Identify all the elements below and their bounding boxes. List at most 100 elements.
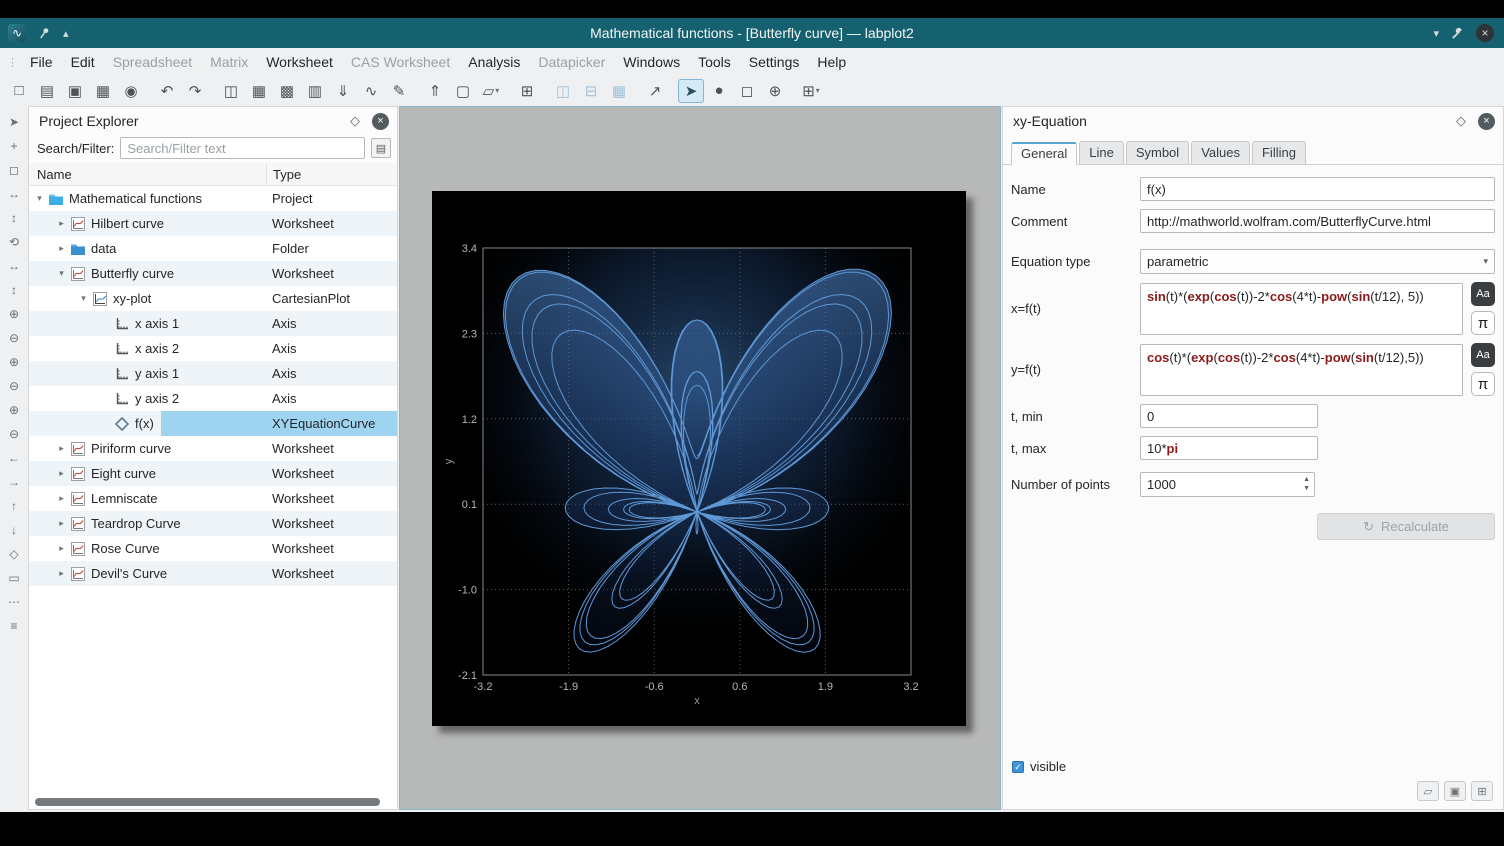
twisty-icon[interactable]: ▾ [77,293,90,304]
zoom-out-y-tool-icon[interactable]: ⊖ [4,425,24,442]
new-project-icon[interactable]: □ [6,79,32,103]
add-new-icon[interactable]: ⊞▾ [798,79,824,103]
zoom-x-select-tool-icon[interactable]: ↔ [4,185,24,202]
zoom-out-tool-icon[interactable]: ⊖ [4,329,24,346]
insert-function-button[interactable]: π [1471,372,1495,396]
column-type-header[interactable]: Type [266,163,397,185]
new-worksheet-icon[interactable]: ▥ [302,79,328,103]
horizontal-layout-icon[interactable]: ⊟ [578,79,604,103]
zoom-y-select-tool-icon[interactable]: ↕ [4,209,24,226]
tree-row[interactable]: ▸dataFolder [29,236,397,261]
tree-row[interactable]: ▸Rose CurveWorksheet [29,536,397,561]
tree-row[interactable]: ▸Teardrop CurveWorksheet [29,511,397,536]
twisty-icon[interactable]: ▸ [55,568,68,579]
tree-row[interactable]: ▾xy-plotCartesianPlot [29,286,397,311]
new-spreadsheet-icon[interactable]: ▦ [246,79,272,103]
tree-row[interactable]: ▾Butterfly curveWorksheet [29,261,397,286]
twisty-icon[interactable]: ▸ [55,493,68,504]
scrollbar-thumb[interactable] [35,798,380,806]
zoom-in-y-tool-icon[interactable]: ⊕ [4,401,24,418]
print-icon[interactable]: ▦ [90,79,116,103]
tree-row[interactable]: ▸Piriform curveWorksheet [29,436,397,461]
tab-line[interactable]: Line [1079,141,1124,164]
tree-row[interactable]: x axis 2Axis [29,336,397,361]
twisty-icon[interactable]: ▾ [55,268,68,279]
vertical-layout-icon[interactable]: ◫ [550,79,576,103]
comment-field[interactable] [1140,209,1495,233]
y-equation-field[interactable]: cos(t)*(exp(cos(t))-2*cos(4*t)-pow(sin(t… [1140,344,1463,396]
zoom-selection-mode-icon[interactable]: ◻ [734,79,760,103]
horizontal-scrollbar[interactable] [35,798,387,806]
tab-values[interactable]: Values [1191,141,1250,164]
tree-row[interactable]: x axis 1Axis [29,311,397,336]
close-window-icon[interactable]: × [1476,24,1494,42]
print-preview-icon[interactable]: ◉ [118,79,144,103]
spinbox-arrows-icon[interactable]: ▲▼ [1303,476,1310,492]
twisty-icon[interactable]: ▸ [55,518,68,529]
edit-mode-icon[interactable]: ↗ [642,79,668,103]
tree-row[interactable]: y axis 1Axis [29,361,397,386]
tab-filling[interactable]: Filling [1252,141,1306,164]
menu-file[interactable]: File [21,51,62,73]
zoom-in-tool-icon[interactable]: ⊕ [4,305,24,322]
select-tool-icon[interactable]: ➤ [4,113,24,130]
t-min-field[interactable] [1140,404,1318,428]
tree-row[interactable]: ▸Hilbert curveWorksheet [29,211,397,236]
grid-layout-icon[interactable]: ▦ [606,79,632,103]
menu-settings[interactable]: Settings [740,51,809,73]
name-field[interactable] [1140,177,1495,201]
wrench-icon[interactable] [1451,27,1464,40]
save-project-icon[interactable]: ▣ [62,79,88,103]
equation-type-select[interactable]: parametric ▾ [1140,249,1495,274]
save-template-icon[interactable]: ▣ [1444,781,1466,801]
points-spinbox[interactable]: 1000 ▲▼ [1140,472,1315,497]
zoom-select-tool-icon[interactable]: ◻ [4,161,24,178]
cursor-tool-icon[interactable]: ◇ [4,545,24,562]
menu-matrix[interactable]: Matrix [201,51,257,73]
menu-worksheet[interactable]: Worksheet [257,51,342,73]
navigation-mode-icon[interactable]: ● [706,79,732,103]
twisty-icon[interactable]: ▸ [55,443,68,454]
tree-row[interactable]: ▾Mathematical functionsProject [29,186,397,211]
menu-spreadsheet[interactable]: Spreadsheet [104,51,201,73]
load-template-icon[interactable]: ▱ [1417,781,1439,801]
visible-checkbox[interactable]: ✓ [1012,761,1024,773]
t-max-field[interactable]: 10*pi [1140,436,1318,460]
menu-analysis[interactable]: Analysis [459,51,529,73]
menu-datapicker[interactable]: Datapicker [529,51,614,73]
new-matrix-icon[interactable]: ▩ [274,79,300,103]
auto-scale-x-tool-icon[interactable]: ↔ [4,257,24,274]
zoom-out-x-tool-icon[interactable]: ⊖ [4,377,24,394]
menu-tools[interactable]: Tools [689,51,740,73]
redo-icon[interactable]: ↷ [182,79,208,103]
import-data-icon[interactable]: ⇓ [330,79,356,103]
close-dock-icon[interactable]: × [1478,113,1495,130]
menu-cas-worksheet[interactable]: CAS Worksheet [342,51,459,73]
search-input[interactable] [120,137,365,159]
export-icon[interactable]: ⇑ [422,79,448,103]
new-note-icon[interactable]: ✎ [386,79,412,103]
plot-page[interactable]: -3.2-1.9-0.60.61.93.23.42.31.20.1-1.0-2.… [432,191,966,726]
menu-help[interactable]: Help [808,51,855,73]
tree-row[interactable]: ▸LemniscateWorksheet [29,486,397,511]
zoom-region-icon[interactable]: ⊕ [762,79,788,103]
insert-function-button[interactable]: π [1471,311,1495,335]
open-project-icon[interactable]: ▤ [34,79,60,103]
twisty-icon[interactable]: ▾ [33,193,46,204]
tree-row[interactable]: ▸Devil's CurveWorksheet [29,561,397,586]
tree-row[interactable]: f(x)XYEquationCurve [29,411,397,436]
twisty-icon[interactable]: ▸ [55,543,68,554]
new-workbook-icon[interactable]: ◫ [218,79,244,103]
titlebar[interactable]: ∿ ▴ Mathematical functions - [Butterfly … [0,18,1504,48]
shift-right-x-tool-icon[interactable]: → [4,473,24,490]
shift-down-y-tool-icon[interactable]: ↓ [4,521,24,538]
menubar-grip-icon[interactable]: ⋮ [4,56,21,69]
undo-icon[interactable]: ↶ [154,79,180,103]
shift-up-y-tool-icon[interactable]: ↑ [4,497,24,514]
extra-tool-icon[interactable]: ≡ [4,617,24,634]
twisty-icon[interactable]: ▸ [55,218,68,229]
new-plot-icon[interactable]: ▱▾ [478,79,504,103]
filter-options-icon[interactable]: ▤ [371,138,391,158]
tree-row[interactable]: y axis 2Axis [29,386,397,411]
auto-scale-tool-icon[interactable]: ⟲ [4,233,24,250]
